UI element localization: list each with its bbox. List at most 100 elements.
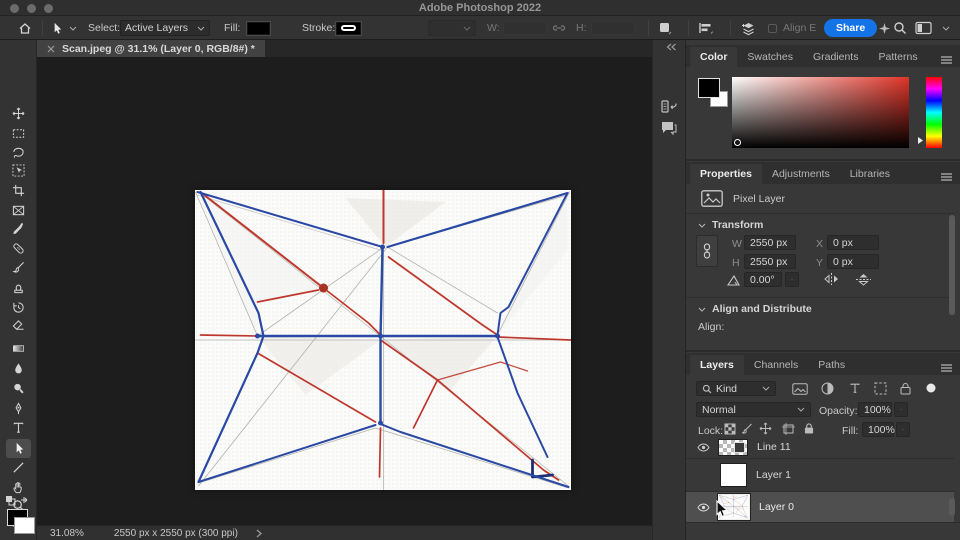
default-colors-button[interactable] <box>5 492 31 506</box>
flip-horizontal-icon[interactable] <box>824 273 839 285</box>
x-value-field[interactable]: 0 px <box>827 235 879 250</box>
new-features-button[interactable] <box>879 16 890 40</box>
path-alignment-button[interactable] <box>698 16 714 40</box>
lock-artboard-icon[interactable] <box>782 423 795 435</box>
line-tool[interactable] <box>6 458 31 477</box>
rotation-angle-field[interactable]: 0.00° <box>744 272 782 287</box>
background-color-swatch[interactable] <box>14 517 35 534</box>
tab-channels[interactable]: Channels <box>744 355 808 375</box>
layer-thumbnail[interactable] <box>718 438 748 456</box>
fill-slider-dropdown[interactable] <box>896 422 910 437</box>
flip-vertical-icon[interactable] <box>856 273 871 286</box>
height-value-field[interactable]: 2550 px <box>744 254 796 269</box>
layer-row-layer-1[interactable]: Layer 1 <box>686 459 954 491</box>
collapse-panels-icon[interactable] <box>666 43 677 51</box>
tab-properties[interactable]: Properties <box>690 164 762 184</box>
path-arrangement-button[interactable] <box>740 16 757 40</box>
visibility-toggle-eye-icon[interactable] <box>695 442 711 452</box>
fill-field[interactable]: 100% <box>862 422 895 437</box>
object-selection-tool[interactable] <box>6 161 31 180</box>
tab-patterns[interactable]: Patterns <box>868 47 927 67</box>
comments-panel-button[interactable] <box>660 120 678 136</box>
brush-tool[interactable] <box>6 258 31 277</box>
dodge-tool[interactable] <box>6 379 31 398</box>
align-edges-checkbox[interactable] <box>768 16 777 40</box>
tab-adjustments[interactable]: Adjustments <box>762 164 840 184</box>
layers-scrollbar[interactable] <box>949 498 955 516</box>
stroke-swatch[interactable] <box>335 20 362 36</box>
opacity-slider-dropdown[interactable] <box>894 402 908 417</box>
width-value-field[interactable]: 2550 px <box>744 235 796 250</box>
layer-name[interactable]: Line 11 <box>757 441 791 453</box>
type-tool[interactable] <box>6 418 31 437</box>
filter-type-layers-icon[interactable] <box>849 382 861 394</box>
history-panel-button[interactable] <box>660 98 678 116</box>
stroke-width-dropdown[interactable] <box>428 20 476 36</box>
eyedropper-tool[interactable] <box>6 219 31 238</box>
blur-tool[interactable] <box>6 359 31 378</box>
y-value-field[interactable]: 0 px <box>827 254 879 269</box>
visibility-toggle-eye-icon[interactable] <box>695 502 711 512</box>
properties-scrollbar[interactable] <box>949 215 955 315</box>
healing-brush-tool[interactable] <box>6 239 31 258</box>
status-options-chevron-icon[interactable] <box>256 529 262 538</box>
tab-libraries[interactable]: Libraries <box>840 164 900 184</box>
fill-swatch[interactable] <box>246 20 271 36</box>
pen-tool[interactable] <box>6 399 31 418</box>
move-tool[interactable] <box>6 104 31 123</box>
align-distribute-section-header[interactable]: Align and Distribute <box>698 303 812 315</box>
search-button[interactable] <box>893 16 907 40</box>
select-mode-dropdown[interactable]: Active Layers <box>120 20 210 36</box>
filter-pixel-layers-icon[interactable] <box>792 383 808 395</box>
share-button[interactable]: Share <box>824 19 878 37</box>
document-image[interactable] <box>195 190 571 490</box>
layer-name[interactable]: Layer 1 <box>756 469 791 481</box>
link-dimensions-button[interactable] <box>552 16 566 40</box>
history-brush-tool[interactable] <box>6 298 31 317</box>
tab-layers[interactable]: Layers <box>690 355 744 375</box>
panel-menu-icon[interactable] <box>940 173 953 182</box>
gradient-tool[interactable] <box>6 339 31 358</box>
options-overflow-button[interactable] <box>942 16 950 40</box>
lock-position-icon[interactable] <box>759 422 772 435</box>
zoom-level-field[interactable]: 31.08% <box>50 528 84 539</box>
home-button[interactable] <box>18 16 32 40</box>
hue-slider[interactable] <box>926 77 942 148</box>
filter-smart-objects-icon[interactable] <box>900 382 911 395</box>
filter-shape-layers-icon[interactable] <box>874 382 887 395</box>
color-field[interactable] <box>732 77 909 148</box>
rotation-presets-dropdown[interactable] <box>785 272 799 287</box>
document-tab[interactable]: Scan.jpeg @ 31.1% (Layer 0, RGB/8#) * <box>37 40 265 57</box>
marquee-tool[interactable] <box>6 124 31 143</box>
constrain-proportions-button[interactable] <box>696 235 718 267</box>
tool-preset-button[interactable] <box>50 16 77 40</box>
lock-transparency-icon[interactable] <box>724 423 736 435</box>
filter-adjustment-layers-icon[interactable] <box>821 382 834 395</box>
tab-gradients[interactable]: Gradients <box>803 47 869 67</box>
panel-foreground-swatch[interactable] <box>698 78 720 98</box>
layer-filter-kind-dropdown[interactable]: Kind <box>696 381 776 396</box>
path-selection-tool[interactable] <box>6 439 31 458</box>
transform-section-header[interactable]: Transform <box>698 219 763 231</box>
opacity-field[interactable]: 100% <box>858 402 892 417</box>
lasso-tool[interactable] <box>6 143 31 162</box>
hue-slider-marker[interactable] <box>917 136 924 145</box>
tab-paths[interactable]: Paths <box>808 355 855 375</box>
filter-toggle-icon[interactable] <box>925 382 937 394</box>
layer-thumbnail[interactable] <box>720 463 747 487</box>
shape-width-field[interactable] <box>503 21 547 35</box>
crop-tool[interactable] <box>6 181 31 200</box>
lock-pixels-icon[interactable] <box>742 423 753 435</box>
clone-stamp-tool[interactable] <box>6 278 31 297</box>
canvas-area[interactable] <box>37 57 652 525</box>
close-tab-icon[interactable] <box>47 45 55 53</box>
blend-mode-dropdown[interactable]: Normal <box>696 402 811 417</box>
lock-all-icon[interactable] <box>804 422 814 435</box>
shape-height-field[interactable] <box>591 21 635 35</box>
tab-swatches[interactable]: Swatches <box>737 47 803 67</box>
layer-row-line-11[interactable]: Line 11 <box>686 436 954 458</box>
workspace-switcher-button[interactable] <box>915 16 932 40</box>
layer-name[interactable]: Layer 0 <box>759 501 794 513</box>
panel-menu-icon[interactable] <box>940 364 953 373</box>
path-operations-button[interactable] <box>658 16 673 40</box>
